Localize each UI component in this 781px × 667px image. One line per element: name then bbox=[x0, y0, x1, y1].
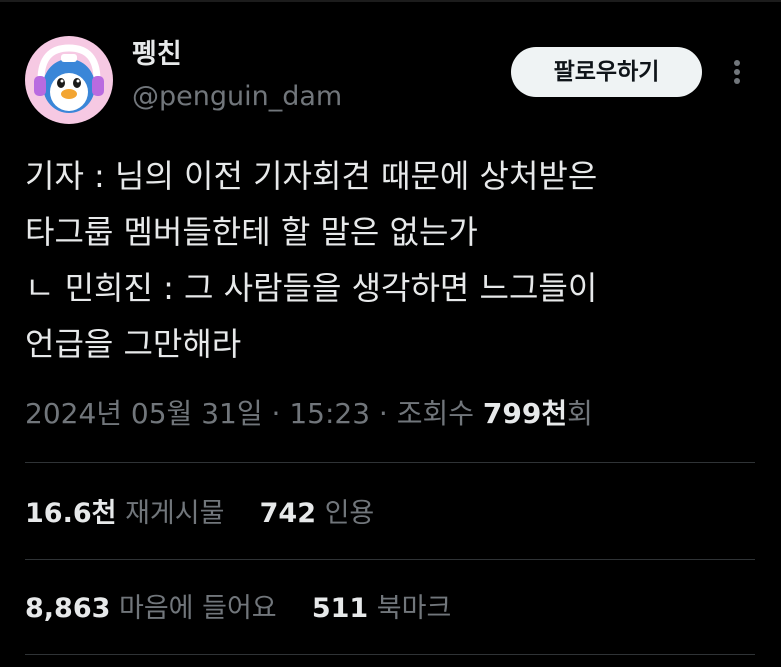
divider bbox=[25, 462, 755, 463]
views-label: 조회수 bbox=[396, 397, 474, 430]
tweet-text: 기자 : 님의 이전 기자회견 때문에 상처받은 타그룹 멤버들한테 할 말은 … bbox=[25, 148, 755, 372]
quotes-stat[interactable]: 742 인용 bbox=[260, 498, 375, 529]
reposts-stat[interactable]: 16.6천 재게시물 bbox=[25, 498, 224, 529]
likes-label: 마음에 들어요 bbox=[119, 593, 277, 624]
meta-separator: · bbox=[370, 397, 397, 430]
likes-count: 8,863 bbox=[25, 593, 111, 624]
tweet-text-line: 타그룹 멤버들한테 할 말은 없는가 bbox=[25, 213, 478, 251]
tweet-date[interactable]: 2024년 05월 31일 bbox=[25, 397, 263, 430]
repost-quote-row: 16.6천 재게시물 742 인용 bbox=[25, 489, 374, 539]
tweet-time[interactable]: 15:23 bbox=[289, 397, 370, 430]
top-divider bbox=[0, 0, 781, 2]
divider bbox=[25, 559, 755, 560]
tweet-card: 펭친 @penguin_dam 팔로우하기 기자 : 님의 이전 기자회견 때문… bbox=[0, 0, 781, 667]
bookmarks-label: 북마크 bbox=[376, 593, 452, 624]
bookmarks-count: 511 bbox=[311, 593, 369, 624]
follow-button[interactable]: 팔로우하기 bbox=[511, 47, 702, 97]
quotes-count: 742 bbox=[259, 498, 316, 529]
reposts-label: 재게시물 bbox=[125, 498, 225, 529]
penguin-avatar-icon[interactable] bbox=[25, 36, 113, 124]
likes-stat[interactable]: 8,863 마음에 들어요 bbox=[25, 593, 277, 624]
tweet-text-line: ㄴ 민희진 : 그 사람들을 생각하면 느그들이 bbox=[25, 269, 598, 307]
display-name[interactable]: 펭친 bbox=[132, 38, 182, 72]
views-suffix: 회 bbox=[567, 397, 593, 430]
tweet-text-line: 기자 : 님의 이전 기자회견 때문에 상처받은 bbox=[25, 157, 598, 195]
tweet-text-line: 언급을 그만해라 bbox=[25, 325, 242, 363]
likes-bookmarks-row: 8,863 마음에 들어요 511 북마크 bbox=[25, 584, 451, 634]
divider bbox=[25, 654, 755, 655]
quotes-label: 인용 bbox=[324, 498, 375, 529]
tweet-timestamp: 2024년 05월 31일 · 15:23 · 조회수 799천회 bbox=[25, 389, 593, 439]
reposts-count: 16.6천 bbox=[25, 498, 117, 529]
more-options-icon[interactable] bbox=[722, 52, 752, 92]
bookmarks-stat[interactable]: 511 북마크 bbox=[312, 593, 452, 624]
views-count: 799천 bbox=[482, 397, 568, 430]
user-handle[interactable]: @penguin_dam bbox=[132, 80, 342, 114]
meta-separator: · bbox=[262, 397, 290, 430]
